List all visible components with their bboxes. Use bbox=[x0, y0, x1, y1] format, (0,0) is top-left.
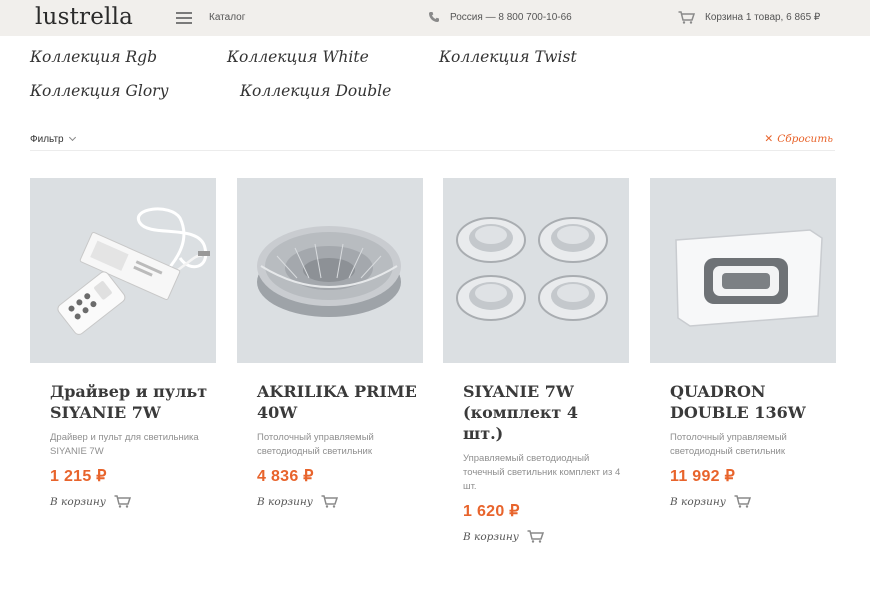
add-to-cart-label: В корзину bbox=[257, 495, 313, 508]
filter-toggle[interactable]: Фильтр bbox=[30, 133, 76, 145]
cart-icon bbox=[734, 495, 751, 508]
product-price: 4 836 ₽ bbox=[257, 468, 314, 485]
add-to-cart-label: В корзину bbox=[463, 530, 519, 543]
product-title[interactable]: QUADRON DOUBLE 136W bbox=[670, 381, 830, 423]
product-description: Потолочный управляемый светодиодный свет… bbox=[257, 432, 374, 457]
add-to-cart-label: В корзину bbox=[670, 495, 726, 508]
product-title[interactable]: Драйвер и пульт SIYANIE 7W bbox=[50, 381, 210, 423]
product-price: 11 992 ₽ bbox=[670, 468, 736, 485]
cart-icon[interactable] bbox=[678, 11, 695, 24]
phone-icon bbox=[429, 12, 439, 22]
collection-link-double[interactable]: Коллекция Double bbox=[240, 82, 391, 100]
reset-label: Сбросить bbox=[777, 133, 833, 145]
product-card: SIYANIE 7W (комплект 4 шт.) Управляемый … bbox=[443, 178, 629, 543]
add-to-cart-button[interactable]: В корзину bbox=[50, 495, 216, 508]
divider bbox=[30, 150, 835, 151]
product-card: QUADRON DOUBLE 136W Потолочный управляем… bbox=[650, 178, 836, 508]
cart-summary[interactable]: Корзина 1 товар, 6 865 ₽ bbox=[705, 12, 820, 23]
cart-icon bbox=[527, 530, 544, 543]
add-to-cart-label: В корзину bbox=[50, 495, 106, 508]
product-title[interactable]: SIYANIE 7W (комплект 4 шт.) bbox=[463, 381, 623, 444]
add-to-cart-button[interactable]: В корзину bbox=[257, 495, 423, 508]
product-image[interactable] bbox=[237, 178, 423, 363]
chevron-down-icon bbox=[68, 133, 76, 142]
collection-link-rgb[interactable]: Коллекция Rgb bbox=[30, 48, 157, 66]
product-image[interactable] bbox=[650, 178, 836, 363]
menu-icon[interactable] bbox=[176, 12, 192, 24]
collection-link-twist[interactable]: Коллекция Twist bbox=[439, 48, 577, 66]
collection-link-white[interactable]: Коллекция White bbox=[227, 48, 369, 66]
close-icon: ✕ bbox=[764, 133, 774, 145]
catalog-link[interactable]: Каталог bbox=[209, 12, 245, 23]
product-card: AKRILIKA PRIME 40W Потолочный управляемы… bbox=[237, 178, 423, 508]
filter-label: Фильтр bbox=[30, 134, 64, 145]
product-image[interactable] bbox=[30, 178, 216, 363]
collection-link-glory[interactable]: Коллекция Glory bbox=[30, 82, 168, 100]
reset-filter-button[interactable]: ✕ Сбросить bbox=[764, 133, 833, 145]
add-to-cart-button[interactable]: В корзину bbox=[670, 495, 836, 508]
product-title[interactable]: AKRILIKA PRIME 40W bbox=[257, 381, 417, 423]
product-image[interactable] bbox=[443, 178, 629, 363]
product-price: 1 620 ₽ bbox=[463, 503, 520, 520]
top-header: lustrella Каталог Россия — 8 800 700-10-… bbox=[0, 0, 870, 36]
phone-number[interactable]: Россия — 8 800 700-10-66 bbox=[450, 12, 572, 23]
product-price: 1 215 ₽ bbox=[50, 468, 107, 485]
product-description: Потолочный управляемый светодиодный свет… bbox=[670, 432, 787, 457]
product-description: Драйвер и пульт для светильника SIYANIE … bbox=[50, 432, 199, 457]
product-card: Драйвер и пульт SIYANIE 7W Драйвер и пул… bbox=[30, 178, 216, 508]
cart-icon bbox=[114, 495, 131, 508]
logo[interactable]: lustrella bbox=[35, 4, 133, 30]
cart-icon bbox=[321, 495, 338, 508]
product-description: Управляемый светодиодный точечный светил… bbox=[463, 453, 621, 492]
add-to-cart-button[interactable]: В корзину bbox=[463, 530, 629, 543]
